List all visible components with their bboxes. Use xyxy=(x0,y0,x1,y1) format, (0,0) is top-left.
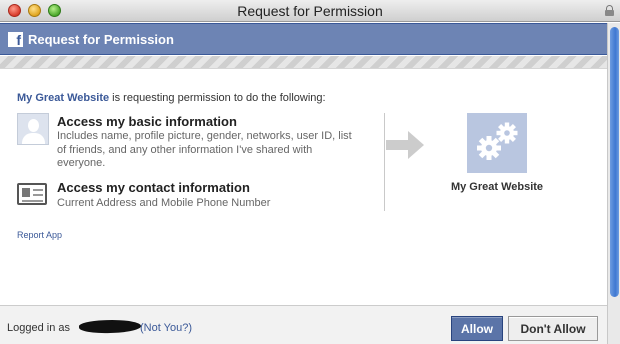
striped-divider xyxy=(0,56,607,69)
dialog-footer: Logged in as (Not You?) Allow Don't Allo… xyxy=(0,305,607,344)
permission-description: Current Address and Mobile Phone Number xyxy=(57,197,271,209)
user-silhouette-icon xyxy=(17,113,49,145)
scrollbar-thumb[interactable] xyxy=(610,27,619,297)
permission-description: Includes name, profile picture, gender, … xyxy=(57,130,352,169)
dialog-header: f Request for Permission xyxy=(0,23,607,55)
gears-icon xyxy=(467,113,527,173)
dont-allow-button[interactable]: Don't Allow xyxy=(508,316,598,341)
dialog-title: Request for Permission xyxy=(28,32,174,47)
vertical-divider xyxy=(384,113,385,211)
intro-site-name: My Great Website xyxy=(17,92,110,104)
vertical-scrollbar[interactable] xyxy=(607,23,620,344)
redacted-username xyxy=(78,318,142,335)
lock-icon xyxy=(605,5,614,16)
contact-card-icon xyxy=(17,183,47,205)
permission-item-basic-info: Access my basic information Includes nam… xyxy=(17,113,367,173)
permission-title: Access my contact information xyxy=(57,180,250,195)
logged-in-label: Logged in as xyxy=(7,322,70,334)
right-arrow-icon xyxy=(386,131,424,159)
allow-button[interactable]: Allow xyxy=(451,316,503,341)
window-titlebar: Request for Permission xyxy=(0,0,620,22)
window-title: Request for Permission xyxy=(237,3,383,19)
not-you-link[interactable]: (Not You?) xyxy=(140,322,192,334)
permission-intro: My Great Website is requesting permissio… xyxy=(17,92,326,104)
facebook-logo-icon: f xyxy=(8,32,23,47)
permission-item-contact-info: Access my contact information Current Ad… xyxy=(17,180,367,212)
intro-text: is requesting permission to do the follo… xyxy=(109,92,326,104)
report-app-link[interactable]: Report App xyxy=(17,230,62,240)
permission-title: Access my basic information xyxy=(57,114,237,129)
app-name: My Great Website xyxy=(450,181,544,193)
